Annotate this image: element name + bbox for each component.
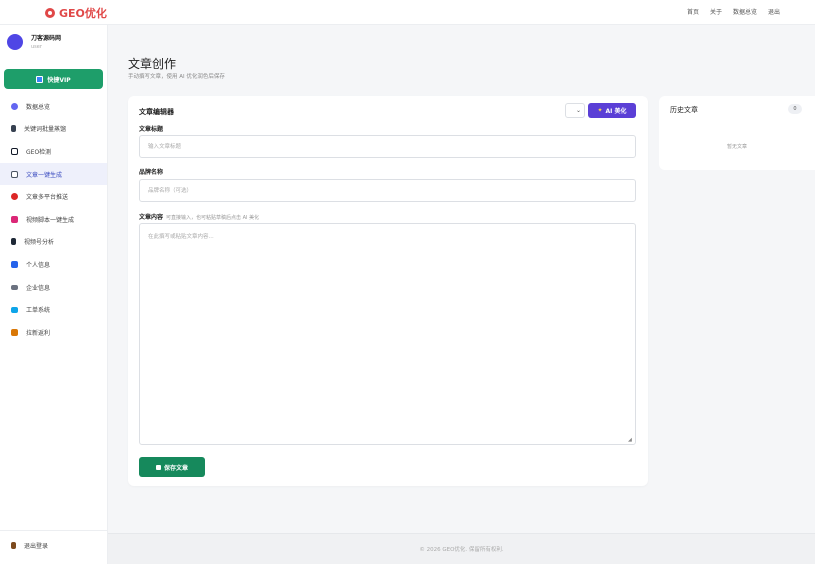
nav-about[interactable]: 关于 — [710, 7, 722, 16]
document-icon — [11, 170, 18, 178]
sidebar-item-label: 工单系统 — [26, 307, 51, 315]
sidebar-item-label: 视频号分析 — [24, 239, 55, 247]
sidebar-menu: 数据总览 关键词批量蒸馏 GEO检测 文章一键生成 文章多平台推送 视频脚本一键… — [0, 95, 107, 344]
sidebar-item-label: 企业信息 — [26, 284, 51, 292]
sidebar-item-label: GEO检测 — [26, 148, 52, 156]
title-label: 文章标题 — [139, 126, 164, 133]
sidebar-item-label: 关键词批量蒸馏 — [24, 126, 67, 134]
footer-text: © 2026 GEO优化. 保留所有权利. — [419, 547, 504, 553]
sidebar-item-label: 个人信息 — [26, 261, 51, 269]
car-icon — [11, 284, 18, 290]
vip-button[interactable]: 快捷VIP — [4, 69, 103, 89]
nav-logout[interactable]: 退出 — [768, 7, 780, 16]
history-title: 历史文章 — [670, 106, 698, 114]
sidebar-item-keyword-distill[interactable]: 关键词批量蒸馏 — [0, 118, 107, 141]
footer: © 2026 GEO优化. 保留所有权利. — [108, 533, 815, 564]
id-card-icon — [11, 260, 18, 268]
top-nav: 首页 关于 数据总览 退出 — [687, 7, 780, 16]
chart-icon — [11, 238, 16, 246]
logo-text: GEO优化 — [59, 7, 107, 20]
save-article-button[interactable]: 保存文章 — [139, 457, 205, 477]
shield-icon — [11, 102, 18, 110]
ticket-icon — [11, 306, 18, 313]
sidebar-item-label: 数据总览 — [26, 103, 51, 111]
sidebar-item-ticket-system[interactable]: 工单系统 — [0, 298, 107, 321]
sidebar-item-label: 文章一键生成 — [26, 171, 63, 179]
vip-icon — [36, 75, 44, 83]
user-name: 刀客源码网 — [31, 35, 62, 42]
sidebar-item-dashboard[interactable]: 数据总览 — [0, 95, 107, 118]
user-role: user — [31, 44, 42, 50]
sidebar-item-referral-rebate[interactable]: 拉新返利 — [0, 321, 107, 344]
megaphone-icon — [11, 125, 16, 133]
article-title-input[interactable] — [139, 135, 636, 158]
history-card: 历史文章 0 暂无文章 — [659, 96, 815, 170]
logout-label: 退出登录 — [24, 543, 49, 550]
content-label: 文章内容 — [139, 214, 164, 221]
sidebar-item-label: 视频脚本一键生成 — [26, 216, 75, 224]
nav-home[interactable]: 首页 — [687, 7, 699, 16]
avatar — [7, 33, 23, 50]
content-hint: 可直接输入，也可粘贴草稿后点击 AI 美化 — [166, 215, 260, 221]
sidebar-item-article-push[interactable]: 文章多平台推送 — [0, 185, 107, 208]
sparkle-icon: ✦ — [597, 107, 603, 114]
resize-handle-icon[interactable]: ◢ — [628, 437, 632, 443]
top-bar: GEO优化 首页 关于 数据总览 退出 — [0, 0, 815, 25]
door-icon — [11, 542, 16, 549]
history-empty-text: 暂无文章 — [726, 144, 747, 150]
sidebar-item-label: 拉新返利 — [26, 329, 51, 337]
content-label-row: 文章内容 可直接输入，也可粘贴草稿后点击 AI 美化 — [139, 212, 259, 221]
article-content-textarea[interactable] — [139, 223, 636, 445]
save-icon — [155, 464, 161, 470]
vip-label: 快捷VIP — [47, 76, 71, 84]
sidebar-item-personal-info[interactable]: 个人信息 — [0, 253, 107, 276]
platform-icon — [11, 193, 18, 201]
sidebar-item-article-generate[interactable]: 文章一键生成 — [0, 162, 107, 186]
sidebar-item-geo-check[interactable]: GEO检测 — [0, 140, 107, 163]
sidebar-item-company-info[interactable]: 企业信息 — [0, 276, 107, 299]
editor-title: 文章编辑器 — [139, 108, 174, 116]
video-icon — [11, 215, 18, 223]
logo[interactable]: GEO优化 — [45, 5, 107, 21]
history-count-badge: 0 — [788, 104, 802, 114]
logout-button[interactable]: 退出登录 — [0, 530, 107, 560]
page-subtitle: 手动撰写文章，使用 AI 优化润色后保存 — [128, 74, 225, 80]
brand-label: 品牌名称 — [139, 169, 164, 176]
gift-icon — [11, 328, 18, 336]
sidebar-item-label: 文章多平台推送 — [26, 194, 69, 202]
user-profile[interactable]: 刀客源码网 user — [7, 33, 61, 50]
style-select[interactable]: ⌄ — [565, 103, 585, 118]
editor-card: 文章编辑器 ⌄ ✦ AI 美化 文章标题 品牌名称 文章内容可直接输入，也可粘贴… — [128, 96, 648, 486]
sidebar: 刀客源码网 user 快捷VIP 数据总览 关键词批量蒸馏 GEO检测 文章一键… — [0, 25, 108, 564]
ai-beautify-label: AI 美化 — [605, 108, 627, 115]
ai-beautify-button[interactable]: ✦ AI 美化 — [588, 103, 636, 118]
nav-dashboard[interactable]: 数据总览 — [733, 7, 757, 16]
brand-name-input[interactable] — [139, 179, 636, 202]
sidebar-item-video-script[interactable]: 视频脚本一键生成 — [0, 208, 107, 231]
monitor-icon — [11, 147, 18, 155]
sidebar-item-channel-analysis[interactable]: 视频号分析 — [0, 231, 107, 254]
page-title: 文章创作 — [128, 57, 177, 71]
logo-icon — [45, 8, 55, 18]
save-article-label: 保存文章 — [163, 464, 188, 472]
chevron-down-icon: ⌄ — [575, 107, 581, 114]
